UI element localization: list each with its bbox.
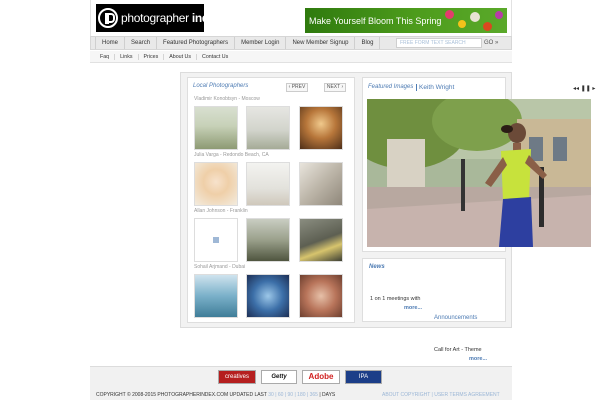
title-separator	[416, 84, 417, 91]
sponsor-logo-ipa[interactable]: IPA	[345, 370, 382, 384]
search-input[interactable]: FREE FORM TEXT SEARCH	[396, 38, 482, 48]
subnav-prices[interactable]: Prices	[139, 53, 165, 60]
photo-thumbnail[interactable]	[246, 218, 290, 262]
logo-text: photographer index	[121, 11, 222, 25]
sub-nav: Faq Links Prices About Us Contact Us	[90, 51, 512, 63]
photographer-name[interactable]: Vladimir Konobtsyn - Moscow	[194, 96, 260, 102]
photographer-name[interactable]: Allan Johnson - Franklin	[194, 208, 248, 214]
slideshow-controls[interactable]: ◂◂ ❚❚ ▸	[573, 85, 595, 92]
photo-thumbnail[interactable]	[299, 162, 343, 206]
subnav-faq[interactable]: Faq	[95, 53, 116, 60]
call-for-art-text[interactable]: Call for Art - Theme	[434, 347, 482, 353]
photo-thumbnail[interactable]	[246, 162, 290, 206]
nav-member-login[interactable]: Member Login	[235, 37, 287, 49]
photo-thumbnail[interactable]	[194, 218, 238, 262]
nav-blog[interactable]: Blog	[355, 37, 381, 49]
photo-thumbnail[interactable]	[299, 106, 343, 150]
image-placeholder-icon	[213, 237, 219, 243]
nav-search[interactable]: Search	[125, 37, 158, 49]
photographer-name[interactable]: Julia Varga - Redondo Beach, CA	[194, 152, 269, 158]
photo-thumbnail[interactable]	[246, 106, 290, 150]
featured-images-title: Featured Images	[368, 84, 414, 90]
news-more-link[interactable]: more...	[404, 305, 422, 311]
photo-thumbnail[interactable]	[299, 274, 343, 318]
subnav-contact-us[interactable]: Contact Us	[197, 54, 233, 60]
photo-thumbnail[interactable]	[194, 162, 238, 206]
sponsor-logo-creatives[interactable]: creatives	[218, 370, 256, 384]
flower-decoration	[458, 20, 466, 28]
featured-photo[interactable]	[367, 99, 591, 247]
nav-featured-photographers[interactable]: Featured Photographers	[157, 37, 236, 49]
days-label: | DAYS	[319, 392, 336, 398]
copyright-text: COPYRIGHT © 2008-2015 PHOTOGRAPHERINDEX.…	[96, 392, 335, 398]
photo-thumbnail[interactable]	[299, 218, 343, 262]
copyright-label: COPYRIGHT © 2008-2015 PHOTOGRAPHERINDEX.…	[96, 392, 267, 398]
next-button[interactable]: NEXT ›	[324, 83, 346, 92]
news-title: News	[369, 264, 385, 270]
featured-author-link[interactable]: Keith Wright	[419, 84, 454, 91]
featured-photo-image	[367, 99, 591, 247]
call-for-art-more-link[interactable]: more...	[469, 356, 487, 362]
announcements-link[interactable]: Announcements	[434, 315, 477, 321]
subnav-about-us[interactable]: About Us	[164, 53, 198, 60]
footer-links[interactable]: ABOUT COPYRIGHT | USER TERMS AGREEMENT	[382, 392, 500, 398]
news-item[interactable]: 1 on 1 meetings with	[370, 296, 420, 302]
nav-new-member-signup[interactable]: New Member Signup	[286, 37, 356, 49]
local-photographers-title: Local Photographers	[193, 83, 249, 89]
site-logo[interactable]: photographer index	[96, 4, 222, 32]
flower-decoration	[445, 10, 454, 19]
camera-logo-icon	[98, 8, 118, 28]
photo-thumbnail[interactable]	[194, 274, 238, 318]
sponsor-logo-getty[interactable]: Getty	[261, 370, 297, 384]
nav-home[interactable]: Home	[95, 37, 126, 49]
flower-decoration	[470, 12, 480, 22]
flower-decoration	[483, 22, 492, 31]
updated-period-links[interactable]: 30 | 60 | 90 | 180 | 365	[268, 392, 318, 398]
sponsor-logo-adobe[interactable]: Adobe	[302, 370, 340, 384]
photographer-name[interactable]: Sohail Arjmand - Dubai	[194, 264, 245, 270]
photo-thumbnail[interactable]	[194, 106, 238, 150]
photo-thumbnail[interactable]	[246, 274, 290, 318]
promo-banner[interactable]: Make Yourself Bloom This Spring	[305, 8, 507, 33]
search-go-button[interactable]: GO »	[484, 38, 502, 48]
banner-text: Make Yourself Bloom This Spring	[309, 15, 442, 26]
flower-decoration	[495, 11, 503, 19]
subnav-links[interactable]: Links	[115, 53, 139, 60]
prev-button[interactable]: ‹ PREV	[286, 83, 308, 92]
